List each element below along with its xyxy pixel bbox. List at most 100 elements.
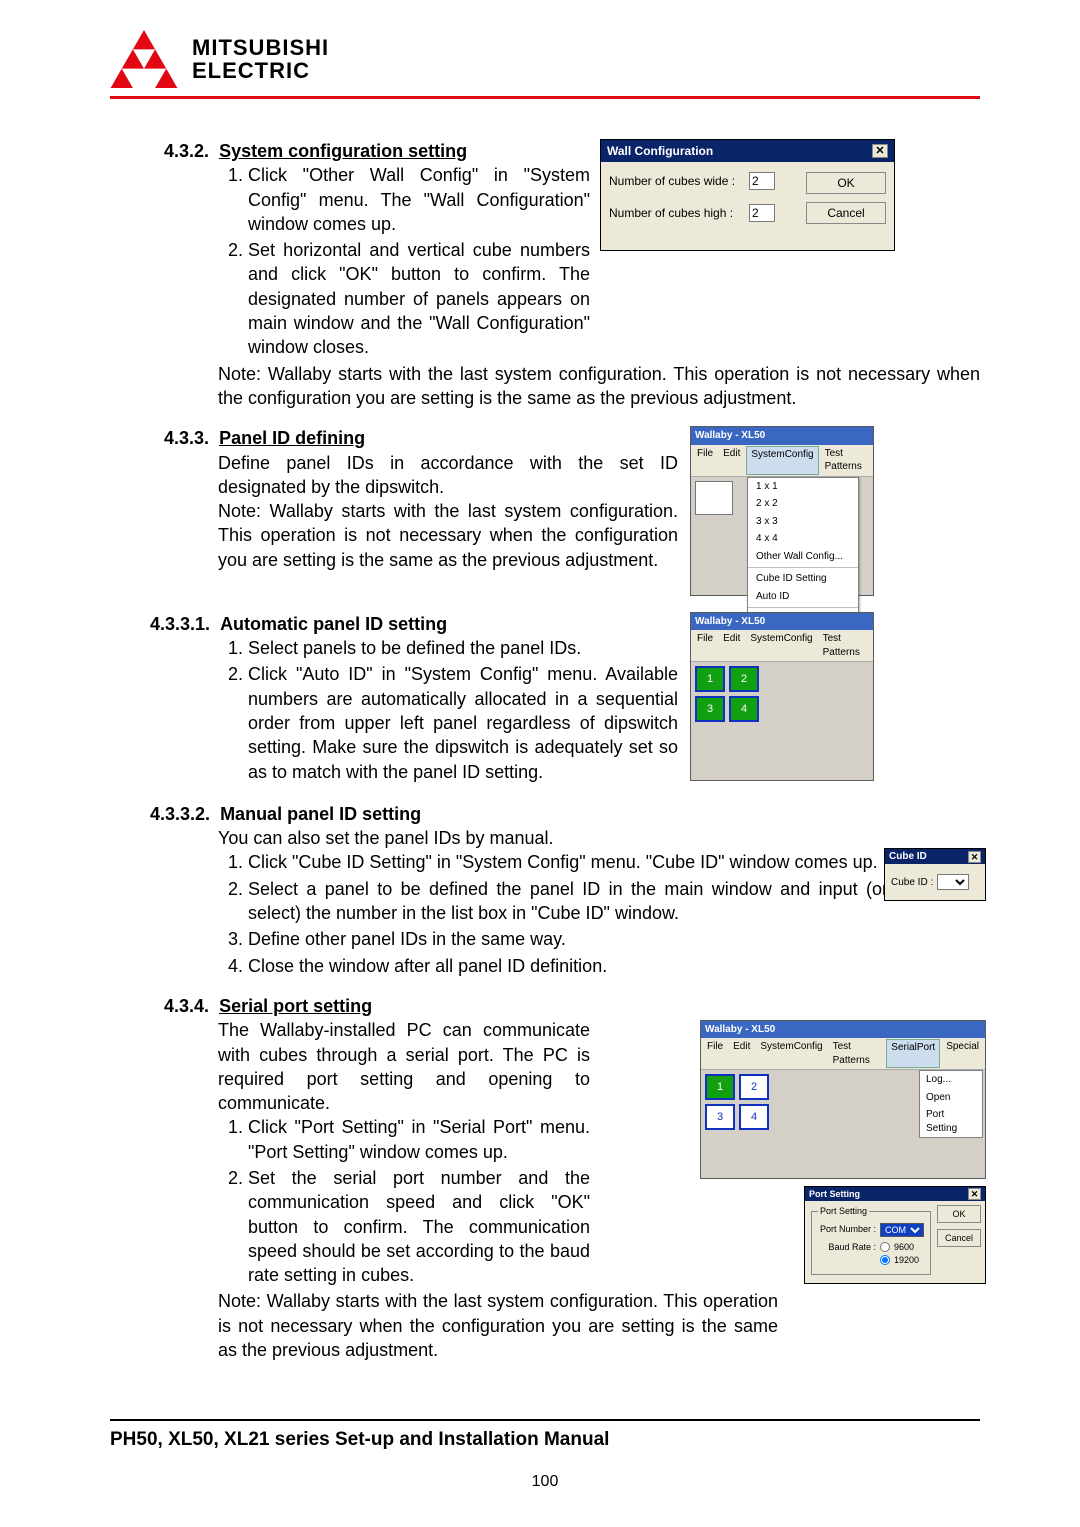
menu-item-4x4[interactable]: 4 x 4 <box>748 530 858 548</box>
wallaby-window-systemconfig-menu: Wallaby - XL50 File Edit SystemConfig Te… <box>690 426 874 596</box>
menu-file[interactable]: File <box>693 631 717 660</box>
sec-4331-title: Automatic panel ID setting <box>220 614 447 634</box>
ok-button[interactable]: OK <box>937 1205 981 1223</box>
menu-edit[interactable]: Edit <box>719 631 744 660</box>
baud-9600-radio[interactable] <box>880 1242 890 1252</box>
cancel-button[interactable]: Cancel <box>806 202 886 224</box>
menu-item-1x1[interactable]: 1 x 1 <box>748 478 858 496</box>
menu-item-other-wall-config[interactable]: Other Wall Config... <box>748 548 858 566</box>
footer-title: PH50, XL50, XL21 series Set-up and Insta… <box>110 1429 980 1451</box>
wall-config-title: Wall Configuration <box>607 143 713 159</box>
menu-edit[interactable]: Edit <box>719 446 744 475</box>
menu-edit[interactable]: Edit <box>729 1039 754 1068</box>
sec-4332-step-4: Close the window after all panel ID defi… <box>248 954 888 978</box>
sec-434-step-2: Set the serial port number and the commu… <box>248 1166 590 1287</box>
sec-434-note: Note: Wallaby starts with the last syste… <box>218 1289 778 1362</box>
mitsubishi-logo-icon <box>110 30 178 88</box>
wallaby-grid-title: Wallaby - XL50 <box>691 613 873 631</box>
sec-4332-title: Manual panel ID setting <box>220 804 421 824</box>
close-icon[interactable]: ✕ <box>968 851 981 863</box>
close-icon[interactable]: ✕ <box>968 1188 981 1200</box>
sec-432-num: 4.3.2. <box>164 141 209 161</box>
sec-4332-intro: You can also set the panel IDs by manual… <box>218 826 980 850</box>
cubes-high-input[interactable] <box>749 204 775 222</box>
sec-433-num: 4.3.3. <box>164 428 209 448</box>
panel-3[interactable]: 3 <box>695 696 725 722</box>
menu-testpatterns[interactable]: Test Patterns <box>829 1039 885 1068</box>
menu-file[interactable]: File <box>693 446 717 475</box>
panel-2[interactable]: 2 <box>729 666 759 692</box>
close-icon[interactable]: ✕ <box>872 144 888 158</box>
page-number: 100 <box>110 1473 980 1491</box>
panel-1[interactable]: 1 <box>695 666 725 692</box>
logo: MITSUBISHI ELECTRIC <box>110 30 329 88</box>
sec-4331-num: 4.3.3.1. <box>150 614 210 634</box>
menu-item-log[interactable]: Log... <box>920 1071 982 1089</box>
cube-id-select[interactable] <box>937 874 969 890</box>
wallaby-window-serialport-menu: Wallaby - XL50 File Edit SystemConfig Te… <box>700 1020 986 1180</box>
sec-433-para: Define panel IDs in accordance with the … <box>218 451 678 500</box>
menu-file[interactable]: File <box>703 1039 727 1068</box>
ok-button[interactable]: OK <box>806 172 886 194</box>
sec-432-step-2: Set horizontal and vertical cube numbers… <box>248 238 590 359</box>
sec-434-title: Serial port setting <box>219 996 372 1016</box>
menu-item-cube-id-setting[interactable]: Cube ID Setting <box>748 570 858 588</box>
menu-testpatterns[interactable]: Test Patterns <box>819 631 871 660</box>
port-setting-title: Port Setting <box>809 1188 860 1200</box>
cubes-high-label: Number of cubes high : <box>609 205 749 221</box>
panel-2[interactable]: 2 <box>739 1074 769 1100</box>
panel-3[interactable]: 3 <box>705 1104 735 1130</box>
cubes-wide-input[interactable] <box>749 172 775 190</box>
panel-1[interactable]: 1 <box>705 1074 735 1100</box>
sec-4331-step-2: Click "Auto ID" in "System Config" menu.… <box>248 662 678 783</box>
wallaby-serial-title: Wallaby - XL50 <box>701 1021 985 1039</box>
sec-434-para: The Wallaby-installed PC can communicate… <box>218 1018 590 1115</box>
panel-4[interactable]: 4 <box>739 1104 769 1130</box>
menu-item-2x2[interactable]: 2 x 2 <box>748 495 858 513</box>
menu-systemconfig[interactable]: SystemConfig <box>746 631 816 660</box>
sec-4332-num: 4.3.3.2. <box>150 804 210 824</box>
cube-id-dialog: Cube ID ✕ Cube ID : <box>884 848 986 902</box>
menu-systemconfig[interactable]: SystemConfig <box>746 446 818 475</box>
footer-divider <box>110 1419 980 1421</box>
menu-special[interactable]: Special <box>942 1039 983 1068</box>
baud-rate-label: Baud Rate : <box>818 1241 876 1253</box>
sec-4331-step-1: Select panels to be defined the panel ID… <box>248 636 678 660</box>
wallaby-window-grid: Wallaby - XL50 File Edit SystemConfig Te… <box>690 612 874 782</box>
menu-item-open[interactable]: Open <box>920 1089 982 1107</box>
systemconfig-dropdown: 1 x 1 2 x 2 3 x 3 4 x 4 Other Wall Confi… <box>747 477 859 629</box>
logo-text-bottom: ELECTRIC <box>192 59 329 82</box>
baud-9600-label: 9600 <box>894 1241 914 1253</box>
menu-serialport[interactable]: SerialPort <box>886 1039 940 1068</box>
cube-id-title: Cube ID <box>889 850 927 864</box>
port-number-label: Port Number : <box>818 1223 876 1235</box>
sec-434-num: 4.3.4. <box>164 996 209 1016</box>
wallaby-title: Wallaby - XL50 <box>691 427 873 445</box>
sec-432-note: Note: Wallaby starts with the last syste… <box>218 362 980 411</box>
cancel-button[interactable]: Cancel <box>937 1229 981 1247</box>
port-setting-legend: Port Setting <box>818 1205 869 1217</box>
menu-item-3x3[interactable]: 3 x 3 <box>748 513 858 531</box>
sec-432-title: System configuration setting <box>219 141 467 161</box>
cubes-wide-label: Number of cubes wide : <box>609 173 749 189</box>
sec-4332-step-1: Click "Cube ID Setting" in "System Confi… <box>248 850 888 874</box>
header: MITSUBISHI ELECTRIC <box>110 30 980 99</box>
sec-4332-step-2: Select a panel to be defined the panel I… <box>248 877 888 926</box>
sec-434-step-1: Click "Port Setting" in "Serial Port" me… <box>248 1115 590 1164</box>
sec-433-title: Panel ID defining <box>219 428 365 448</box>
sec-433-note: Note: Wallaby starts with the last syste… <box>218 499 678 572</box>
port-number-select[interactable]: COM 1 <box>880 1223 924 1237</box>
port-setting-dialog: Port Setting ✕ Port Setting Port Number … <box>804 1186 986 1285</box>
cube-id-label: Cube ID : <box>891 876 933 890</box>
menu-systemconfig[interactable]: SystemConfig <box>756 1039 826 1068</box>
sec-4332-step-3: Define other panel IDs in the same way. <box>248 927 888 951</box>
menu-item-auto-id[interactable]: Auto ID <box>748 588 858 606</box>
menu-testpatterns[interactable]: Test Patterns <box>821 446 871 475</box>
panel-4[interactable]: 4 <box>729 696 759 722</box>
panel-placeholder <box>695 481 733 515</box>
wall-configuration-dialog: Wall Configuration ✕ Number of cubes wid… <box>600 139 895 251</box>
serialport-dropdown: Log... Open Port Setting <box>919 1070 983 1138</box>
baud-19200-label: 19200 <box>894 1254 919 1266</box>
menu-item-port-setting[interactable]: Port Setting <box>920 1106 982 1137</box>
baud-19200-radio[interactable] <box>880 1255 890 1265</box>
